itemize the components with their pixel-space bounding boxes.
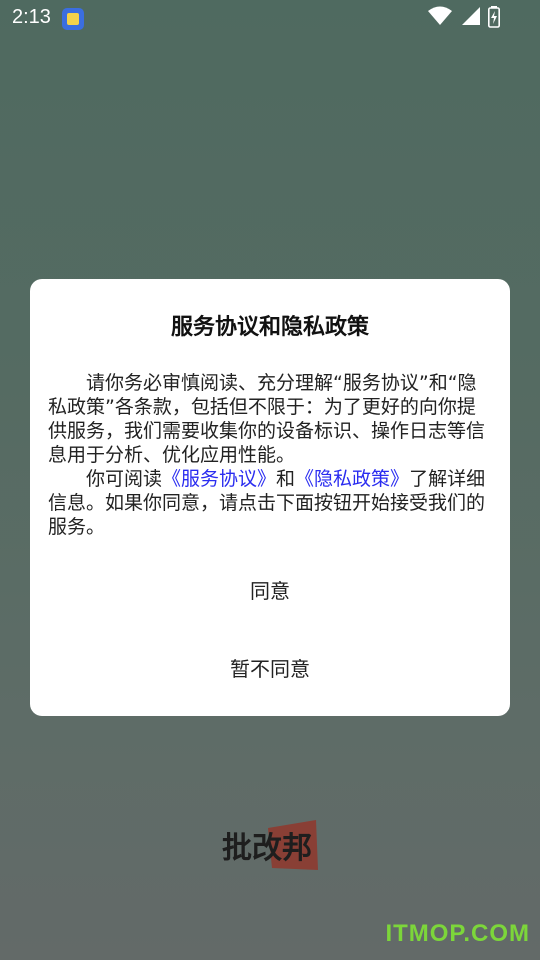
- watermark: ITMOP.COM: [385, 920, 530, 947]
- signal-icon: [462, 7, 480, 25]
- app-notification-icon: [62, 8, 84, 30]
- dialog-paragraph-1: 请你务必审慎阅读、充分理解“服务协议”和“隐私政策”各条款，包括但不限于：为了更…: [48, 372, 486, 466]
- p2-prefix: 你可阅读: [86, 468, 163, 490]
- p2-mid: 和: [276, 468, 296, 490]
- wifi-icon: [428, 6, 452, 25]
- status-bar: 2:13: [0, 0, 540, 36]
- battery-charging-icon: [488, 6, 500, 28]
- dialog-paragraph-2: 你可阅读《服务协议》和《隐私政策》了解详细信息。如果你同意，请点击下面按钮开始接…: [48, 467, 492, 539]
- agree-button[interactable]: 同意: [30, 575, 510, 604]
- status-time: 2:13: [12, 6, 51, 28]
- status-icons: [428, 6, 500, 28]
- privacy-policy-link[interactable]: 《隐私政策》: [295, 468, 409, 490]
- app-logo: 批改邦: [222, 820, 318, 870]
- privacy-dialog: 服务协议和隐私政策 请你务必审慎阅读、充分理解“服务协议”和“隐私政策”各条款，…: [30, 279, 510, 716]
- dialog-title: 服务协议和隐私政策: [170, 315, 369, 340]
- dialog-body: 请你务必审慎阅读、充分理解“服务协议”和“隐私政策”各条款，包括但不限于：为了更…: [48, 371, 492, 539]
- logo-text: 批改邦: [222, 831, 312, 866]
- disagree-button[interactable]: 暂不同意: [30, 653, 510, 682]
- service-agreement-link[interactable]: 《服务协议》: [162, 468, 276, 490]
